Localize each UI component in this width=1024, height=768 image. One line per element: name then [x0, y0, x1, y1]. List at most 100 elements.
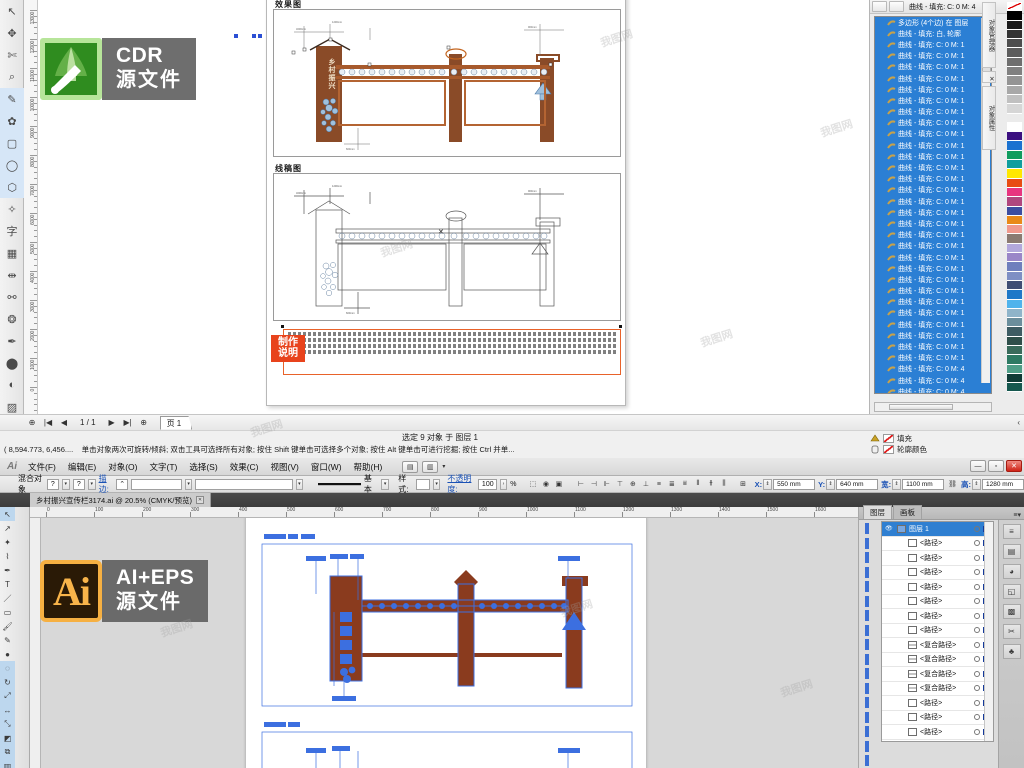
ai-layer-row[interactable]: <路径> [882, 566, 993, 580]
palette-swatch[interactable] [1007, 20, 1022, 30]
ai-menu-bar[interactable]: Ai 文件(F) 编辑(E) 对象(O) 文字(T) 选择(S) 效果(C) 视图(V) 窗口… [0, 458, 1024, 476]
om-new-master-layer-button[interactable] [889, 1, 904, 12]
palette-swatch[interactable] [1007, 308, 1022, 319]
ai-y-stepper-icon[interactable]: ⇕ [826, 478, 836, 490]
page-add-right-button[interactable]: ⊕ [138, 418, 150, 427]
layer-target-icon[interactable] [974, 583, 980, 590]
ai-layer-row[interactable]: <路径> [882, 711, 993, 725]
ai-document-tab[interactable]: 乡村振兴宣传栏3174.ai @ 20.5% (CMYK/预览) ✕ [30, 493, 211, 507]
palette-swatch[interactable] [1007, 150, 1022, 161]
ai-minimize-button[interactable]: — [970, 460, 986, 472]
palette-swatch[interactable] [1007, 29, 1022, 40]
ai-profile-caret-icon[interactable]: ▾ [381, 478, 390, 490]
free-transform-tool[interactable]: ⤡ [0, 717, 15, 731]
ai-opacity-link[interactable]: 不透明度: [447, 473, 474, 495]
transform-reference-icon[interactable]: ⊞ [738, 479, 747, 490]
palette-swatch[interactable] [1007, 290, 1022, 300]
eraser-tool[interactable]: ◌ [0, 661, 15, 675]
freehand-tool[interactable]: ✎ [0, 88, 24, 110]
ai-layer-row[interactable]: <路径> [882, 740, 993, 742]
palette-swatch[interactable] [1007, 104, 1022, 114]
layer-target-icon[interactable] [974, 728, 980, 735]
rotate-tool[interactable]: ↻ [0, 675, 15, 689]
ai-collapsed-panel-dock[interactable]: ≡ ▤ ◕ ◱ ▩ ✂ ♣ [998, 520, 1024, 768]
perspective-grid-tool[interactable]: ⧉ [0, 745, 15, 759]
palette-swatch[interactable] [1007, 336, 1022, 346]
ai-bridge-button[interactable]: ▤ [402, 460, 419, 473]
distribute-left-icon[interactable]: ⫴ [692, 479, 703, 490]
ai-canvas[interactable] [41, 518, 858, 768]
ai-layers-list[interactable]: 👁 图层 1 <路径> <路径> <路径> <路径> <路径> <路径> <路径> <复合路径> <… [881, 521, 994, 742]
layer-target-icon[interactable] [974, 656, 980, 663]
ai-w-input[interactable]: 1100 mm [902, 478, 945, 490]
palette-swatch[interactable] [1007, 169, 1022, 179]
object-manager-row[interactable]: 曲线 - 填充: C: 0 M: 1 [875, 151, 991, 163]
ai-layer-row[interactable]: <路径> [882, 580, 993, 595]
palette-swatch[interactable] [1007, 39, 1022, 49]
layer-target-icon[interactable] [974, 670, 980, 677]
palette-swatch[interactable] [1007, 67, 1022, 77]
object-manager-row[interactable]: 曲线 - 填充: C: 0 M: 1 [875, 84, 991, 96]
dock-tab-1[interactable]: 对象管理器 [982, 2, 996, 68]
palette-swatch[interactable] [1007, 383, 1022, 393]
layer-target-icon[interactable] [974, 525, 980, 532]
ai-fill-swatch[interactable]: ? [46, 478, 59, 490]
distribute-right-icon[interactable]: ⫼ [718, 479, 729, 490]
ai-x-input[interactable]: 550 mm [773, 478, 816, 490]
ai-menu-视图v[interactable]: 视图(V) [265, 459, 305, 475]
page-tab-1[interactable]: 页 1 [159, 415, 193, 430]
ai-arrange-documents-button[interactable]: ▥ [422, 460, 439, 473]
isolate-mode-icon[interactable]: ⬚ [527, 479, 538, 490]
basic-shapes-tool[interactable]: ✧ [0, 198, 24, 220]
layer-target-icon[interactable] [974, 554, 980, 561]
object-manager-list[interactable]: 多边形 (4个边) 在 图层 曲线 - 填充: 白, 轮廓 曲线 - 填充: C: … [874, 16, 992, 394]
color-panel-icon[interactable]: ≡ [1002, 524, 1021, 539]
table-tool[interactable]: ▦ [0, 242, 24, 264]
align-center-h-icon[interactable]: ⊣ [588, 479, 599, 490]
om-new-layer-button[interactable] [872, 1, 887, 12]
layer-target-icon[interactable] [974, 685, 980, 692]
ai-opacity-field[interactable]: 100 [477, 478, 497, 490]
align-left-icon[interactable]: ⊢ [575, 479, 586, 490]
mask-icon[interactable]: ▣ [553, 479, 564, 490]
palette-swatch[interactable] [1007, 318, 1022, 328]
page-next-button[interactable]: ▶ [106, 418, 118, 427]
ai-stroke-link[interactable]: 描边: [99, 473, 114, 495]
object-manager-row[interactable]: 曲线 - 填充: C: 0 M: 1 [875, 341, 991, 353]
ai-style-caret-icon[interactable]: ▾ [432, 478, 441, 490]
object-manager-row[interactable]: 曲线 - 填充: C: 0 M: 1 [875, 207, 991, 219]
object-manager-row[interactable]: 曲线 - 填充: C: 0 M: 1 [875, 39, 991, 51]
object-manager-row[interactable]: 曲线 - 填充: C: 0 M: 1 [875, 307, 991, 320]
smart-fill-tool[interactable]: ✿ [0, 110, 24, 132]
ai-y-input[interactable]: 640 mm [836, 478, 879, 490]
object-manager-row[interactable]: 曲线 - 填充: C: 0 M: 1 [875, 72, 991, 85]
width-tool[interactable]: ↔ [0, 703, 15, 717]
object-manager-row[interactable]: 曲线 - 填充: C: 0 M: 1 [875, 162, 991, 174]
panel-menu-icon[interactable]: ≡▾ [1013, 511, 1024, 519]
object-manager-row[interactable]: 曲线 - 填充: C: 0 M: 1 [875, 95, 991, 107]
text-tool[interactable]: 字 [0, 220, 24, 242]
ai-fill-caret-icon[interactable]: ▾ [62, 478, 70, 490]
layer-target-icon[interactable] [974, 612, 980, 619]
mesh-tool[interactable]: ▥ [0, 759, 15, 768]
object-manager-row[interactable]: 曲线 - 填充: C: 0 M: 1 [875, 251, 991, 264]
appearance-panel-icon[interactable]: ◱ [1002, 584, 1021, 599]
palette-swatch[interactable] [1007, 94, 1022, 105]
page-last-button[interactable]: ▶| [122, 418, 134, 427]
palette-swatch[interactable] [1007, 234, 1022, 244]
transparency-panel-icon[interactable]: ◕ [1002, 564, 1021, 579]
ai-h-field-group[interactable]: 高: ⇕ 1280 mm [961, 478, 1024, 490]
blend-tool[interactable]: ❂ [0, 308, 24, 330]
zoom-tool[interactable]: ⌕ [0, 66, 24, 88]
distribute-center-icon[interactable]: ≣ [666, 479, 677, 490]
distribute-middle-icon[interactable]: ⫵ [705, 479, 716, 490]
palette-swatch[interactable] [1007, 197, 1022, 207]
ai-maximize-button[interactable]: ▫ [988, 460, 1004, 472]
gradient-panel-icon[interactable]: ▤ [1002, 544, 1021, 559]
ai-layer-row[interactable]: <复合路径> [882, 653, 993, 667]
object-manager-row[interactable]: 曲线 - 填充: 白, 轮廓 [875, 28, 991, 40]
page-add-left-button[interactable]: ⊕ [26, 418, 38, 427]
object-manager-row[interactable]: 曲线 - 填充: C: 0 M: 1 [875, 106, 991, 118]
cdr-page[interactable]: 效果图 乡村振兴 3200mm 1200mm 900mm 600mm 线稿图 ✕… [266, 0, 626, 406]
ai-arrange-caret-icon[interactable]: ▾ [442, 463, 445, 470]
